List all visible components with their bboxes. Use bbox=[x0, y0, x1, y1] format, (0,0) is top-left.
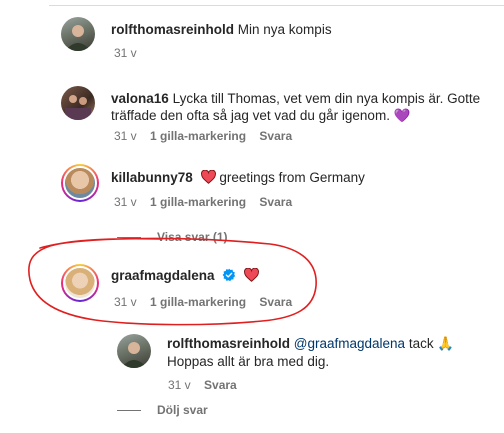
avatar[interactable] bbox=[61, 86, 95, 120]
reply-button[interactable]: Svara bbox=[259, 195, 292, 209]
divider bbox=[49, 5, 504, 6]
avatar[interactable] bbox=[61, 17, 95, 51]
comment-meta: 31 v 1 gilla-markering Svara bbox=[114, 194, 302, 210]
comment-text: Lycka till Thomas, vet vem din nya kompi… bbox=[172, 91, 481, 106]
purple-heart-icon: 💜 bbox=[393, 108, 411, 123]
timestamp[interactable]: 31 v bbox=[114, 295, 137, 309]
username[interactable]: rolfthomasreinhold bbox=[167, 336, 290, 351]
verified-badge-icon bbox=[222, 268, 236, 282]
avatar[interactable] bbox=[61, 164, 99, 202]
profile-photo-icon bbox=[121, 342, 147, 368]
profile-photo-icon bbox=[63, 166, 97, 200]
praying-hands-icon: 🙏 bbox=[437, 336, 455, 351]
username[interactable]: valona16 bbox=[111, 91, 169, 106]
profile-photo-icon bbox=[65, 95, 91, 120]
timestamp[interactable]: 31 v bbox=[114, 46, 137, 60]
reply-text-continued: Hoppas allt är bra med dig. bbox=[167, 354, 330, 369]
red-heart-icon bbox=[244, 268, 260, 282]
hide-replies-button[interactable]: Dölj svar bbox=[117, 402, 208, 418]
username[interactable]: graafmagdalena bbox=[111, 268, 215, 283]
username[interactable]: rolfthomasreinhold bbox=[111, 22, 234, 37]
reply-text: tack bbox=[408, 336, 434, 351]
comment-meta: 31 v bbox=[114, 45, 147, 61]
reply-button[interactable]: Svara bbox=[259, 295, 292, 309]
comment-meta: 31 v 1 gilla-markering Svara bbox=[114, 294, 302, 310]
like-count[interactable]: 1 gilla-markering bbox=[150, 295, 246, 309]
show-replies-label: Visa svar (1) bbox=[157, 230, 228, 244]
like-count[interactable]: 1 gilla-markering bbox=[150, 195, 246, 209]
mention-link[interactable]: @graafmagdalena bbox=[294, 336, 405, 351]
avatar[interactable] bbox=[117, 334, 151, 368]
comment-meta: 31 v Svara bbox=[168, 377, 247, 393]
divider bbox=[117, 237, 141, 239]
comment-text-continued: träffade den ofta så jag vet vad du går … bbox=[111, 108, 390, 123]
like-count[interactable]: 1 gilla-markering bbox=[150, 129, 246, 143]
hide-replies-label: Dölj svar bbox=[157, 403, 208, 417]
timestamp[interactable]: 31 v bbox=[114, 129, 137, 143]
reply-button[interactable]: Svara bbox=[259, 129, 292, 143]
reply-button[interactable]: Svara bbox=[204, 378, 237, 392]
profile-photo-icon bbox=[65, 25, 91, 51]
profile-photo-icon bbox=[63, 266, 97, 300]
username[interactable]: killabunny78 bbox=[111, 170, 193, 185]
divider bbox=[117, 410, 141, 412]
red-heart-icon bbox=[200, 170, 216, 184]
show-replies-button[interactable]: Visa svar (1) bbox=[117, 229, 228, 245]
timestamp[interactable]: 31 v bbox=[168, 378, 191, 392]
comment-text: greetings from Germany bbox=[219, 170, 365, 185]
avatar[interactable] bbox=[61, 264, 99, 302]
timestamp[interactable]: 31 v bbox=[114, 195, 137, 209]
comment-meta: 31 v 1 gilla-markering Svara bbox=[114, 128, 302, 144]
comment-text: Min nya kompis bbox=[237, 22, 332, 37]
